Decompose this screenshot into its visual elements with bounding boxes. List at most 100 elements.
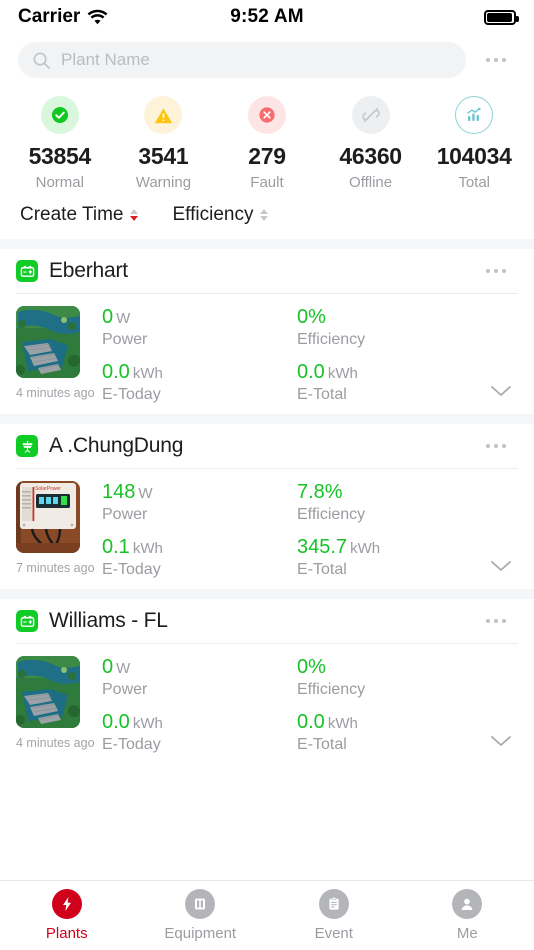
metric-label: Efficiency (297, 506, 366, 523)
expand-toggle[interactable] (484, 481, 518, 579)
more-options-icon[interactable] (474, 428, 518, 464)
metric-value: 0.0 (102, 711, 130, 733)
metric-value: 0.0 (102, 361, 130, 383)
plant-body: 4 minutes ago 0W Power 0% Efficiency 0.0… (0, 294, 534, 414)
expand-toggle[interactable] (484, 656, 518, 754)
metric-unit: W (138, 485, 153, 502)
stat-value: 104034 (436, 143, 512, 169)
metric-label: E-Total (297, 561, 347, 578)
device-icon (185, 889, 216, 919)
metric-label: E-Today (102, 736, 161, 753)
thumbnail-column: 4 minutes ago (16, 656, 95, 754)
list-item[interactable]: Williams - FL 4 minutes ago 0 W Power 0%… (0, 599, 534, 764)
metric-etoday: 0.0 kWh E-Today (102, 361, 289, 404)
metric-unit: kWh (132, 540, 163, 557)
inverter-green-icon (16, 610, 38, 632)
check-circle-icon (40, 96, 79, 134)
tab-plants[interactable]: Plants (0, 889, 134, 942)
sort-direction-icon (130, 209, 139, 221)
tab-label: Event (314, 925, 353, 942)
stat-label: Fault (250, 174, 284, 191)
sort-efficiency-label: Efficiency (172, 204, 254, 225)
metric-value: 0 (102, 306, 114, 328)
chevron-down-icon (491, 386, 511, 396)
sort-direction-icon (260, 209, 269, 221)
plant-name: Williams - FL (49, 609, 168, 632)
battery-icon (484, 9, 519, 25)
metric-label: E-Today (102, 386, 161, 403)
tab-label: Equipment (164, 925, 237, 942)
metric-value: 0 (102, 656, 114, 678)
status-bar-left: Carrier (18, 6, 230, 28)
more-options-icon[interactable] (474, 253, 518, 289)
person-icon (452, 889, 483, 919)
sort-create-time-label: Create Time (20, 204, 124, 225)
plant-name: Eberhart (49, 259, 128, 282)
metric-value: 148 (102, 481, 136, 503)
metric-label: E-Today (102, 561, 161, 578)
more-options-icon[interactable] (474, 42, 518, 78)
search-icon (33, 52, 50, 69)
metric-label: E-Total (297, 386, 347, 403)
search-input[interactable]: Plant Name (18, 42, 466, 78)
sort-create-time[interactable]: Create Time (20, 204, 139, 226)
metric-power: 0W Power (102, 656, 289, 699)
metric-efficiency: 0% Efficiency (297, 656, 484, 699)
floating-solar-farm-photo[interactable] (16, 656, 80, 728)
stat-total[interactable]: 104034 Total (422, 96, 526, 191)
tab-me[interactable]: Me (401, 889, 534, 942)
status-bar: Carrier 9:52 AM (0, 0, 534, 34)
stat-offline[interactable]: 46360 Offline (319, 96, 423, 191)
stat-normal[interactable]: 53854 Normal (8, 96, 112, 191)
tab-equipment[interactable]: Equipment (134, 889, 268, 942)
expand-toggle[interactable] (484, 306, 518, 404)
metric-unit: kWh (327, 365, 358, 382)
metric-unit: kWh (350, 540, 381, 557)
carrier-label: Carrier (18, 6, 81, 27)
solar-tower-green-icon (16, 435, 38, 457)
tab-bar: Plants Equipment Event Me (0, 880, 534, 950)
plant-name: A .ChungDung (49, 434, 184, 457)
tab-event[interactable]: Event (267, 889, 401, 942)
plant-list[interactable]: Eberhart 4 minutes ago 0 W Power 0% Effi… (0, 239, 534, 880)
more-options-icon[interactable] (474, 603, 518, 639)
tab-label: Me (456, 925, 478, 942)
inverter-green-icon (16, 260, 38, 282)
list-item[interactable]: Eberhart 4 minutes ago 0 W Power 0% Effi… (0, 249, 534, 414)
plant-header[interactable]: Eberhart (0, 249, 534, 293)
stat-fault[interactable]: 279 Fault (215, 96, 319, 191)
search-row: Plant Name (0, 34, 534, 86)
clock: 9:52 AM (230, 6, 304, 27)
stat-label: Total (458, 174, 491, 191)
plant-header[interactable]: Williams - FL (0, 599, 534, 643)
metrics-grid: 0W Power 0% Efficiency 0.0 kWh E-Today 0.… (94, 656, 484, 754)
metric-label: E-Total (297, 736, 347, 753)
warning-triangle-icon (144, 96, 183, 134)
metric-power: 0W Power (102, 306, 289, 349)
status-summary: 53854 Normal 3541 Warning 279 Fault 4636… (0, 86, 534, 191)
list-item[interactable]: A .ChungDung SolarPower 7 minutes ago 14… (0, 424, 534, 589)
svg-text:SolarPower: SolarPower (35, 486, 61, 492)
metric-value: 345.7 (297, 536, 348, 558)
sort-efficiency[interactable]: Efficiency (172, 204, 269, 226)
metrics-grid: 148 W Power 7.8% Efficiency 0.1 kWh E-Toda… (94, 481, 484, 579)
last-updated: 7 minutes ago (16, 561, 95, 575)
metric-label: Power (102, 681, 148, 698)
wall-mounted-inverter-photo[interactable]: SolarPower (16, 481, 80, 553)
clipboard-icon (318, 889, 349, 919)
list-divider (0, 414, 534, 424)
metric-label: Power (102, 331, 148, 348)
plant-body: 4 minutes ago 0W Power 0% Efficiency 0.0… (0, 644, 534, 764)
plant-body: SolarPower 7 minutes ago 148 W Power 7.8… (0, 469, 534, 589)
floating-solar-farm-photo[interactable] (16, 306, 80, 378)
stat-warning[interactable]: 3541 Warning (112, 96, 216, 191)
bar-chart-icon (455, 96, 494, 134)
metric-unit: kWh (132, 715, 163, 732)
sort-row: Create Time Efficiency (0, 191, 534, 239)
metric-etotal: 0.0 kWh E-Total (297, 361, 484, 404)
status-bar-right (304, 9, 519, 25)
thumbnail-column: SolarPower 7 minutes ago (16, 481, 95, 579)
last-updated: 4 minutes ago (16, 736, 95, 750)
plant-header[interactable]: A .ChungDung (0, 424, 534, 468)
metric-value: 0% (297, 306, 326, 328)
